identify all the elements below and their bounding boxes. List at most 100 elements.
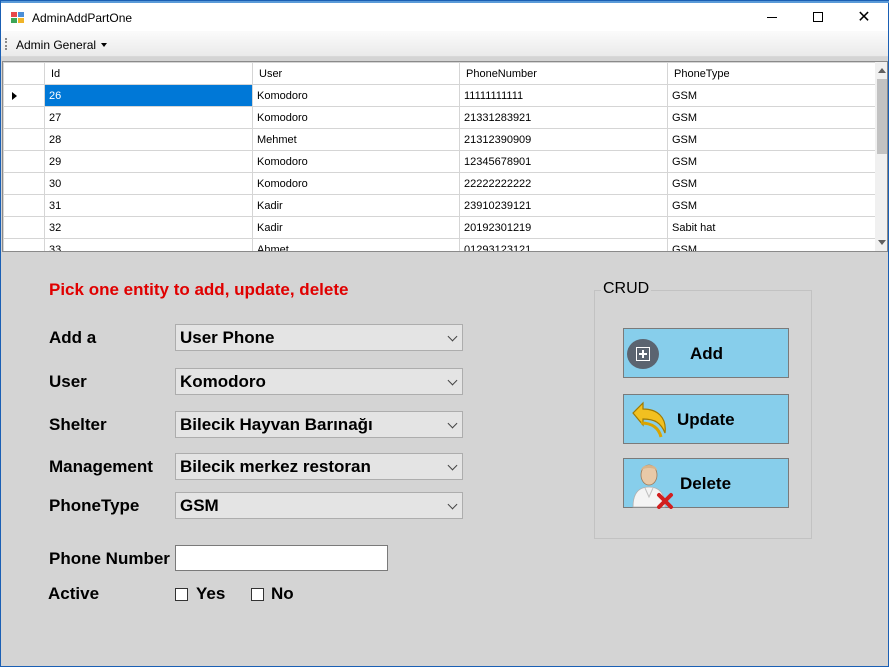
row-header[interactable] (3, 106, 45, 129)
cell-id[interactable]: 29 (44, 150, 253, 173)
grid-vertical-scrollbar[interactable] (875, 62, 887, 251)
update-button[interactable]: Update (623, 394, 789, 444)
menu-bar: Admin General (1, 31, 888, 57)
chevron-down-icon (447, 460, 458, 471)
cell-phone[interactable]: 01293123121 (459, 238, 668, 251)
column-header-phonenumber[interactable]: PhoneNumber (459, 62, 668, 85)
row-header[interactable] (3, 238, 45, 251)
table-row[interactable]: 32 Kadir 20192301219 Sabit hat (3, 216, 876, 239)
management-combobox[interactable]: Bilecik merkez restoran (175, 453, 463, 480)
cell-type[interactable]: GSM (667, 194, 876, 217)
active-no-label[interactable]: No (271, 584, 294, 604)
cell-id[interactable]: 30 (44, 172, 253, 195)
active-label: Active (48, 584, 100, 603)
scroll-down-arrow-icon[interactable] (878, 240, 886, 245)
cell-phone[interactable]: 22222222222 (459, 172, 668, 195)
undo-arrow-icon (632, 401, 666, 438)
cell-id[interactable]: 26 (44, 84, 253, 107)
cell-user[interactable]: Komodoro (252, 84, 460, 107)
management-label: Management (49, 457, 153, 476)
scroll-thumb[interactable] (877, 79, 887, 154)
user-label: User (49, 372, 87, 391)
column-header-phonetype[interactable]: PhoneType (667, 62, 876, 85)
user-combobox[interactable]: Komodoro (175, 368, 463, 395)
cell-user[interactable]: Komodoro (252, 172, 460, 195)
scroll-up-arrow-icon[interactable] (878, 68, 886, 73)
cell-type[interactable]: GSM (667, 128, 876, 151)
shelter-combobox[interactable]: Bilecik Hayvan Barınağı (175, 411, 463, 438)
cell-user[interactable]: Kadir (252, 216, 460, 239)
cell-phone[interactable]: 20192301219 (459, 216, 668, 239)
phonetype-label: PhoneType (49, 496, 140, 515)
cell-user[interactable]: Komodoro (252, 106, 460, 129)
current-row-arrow-icon (12, 92, 17, 100)
cell-user[interactable]: Kadir (252, 194, 460, 217)
cell-phone[interactable]: 12345678901 (459, 150, 668, 173)
cell-type[interactable]: GSM (667, 84, 876, 107)
cell-phone[interactable]: 21331283921 (459, 106, 668, 129)
add-icon (627, 339, 659, 369)
row-header[interactable] (3, 150, 45, 173)
cell-type[interactable]: GSM (667, 106, 876, 129)
table-row[interactable]: 26 Komodoro 11111111111 GSM (3, 84, 876, 107)
title-bar: AdminAddPartOne ✕ (1, 3, 888, 31)
table-row[interactable]: 31 Kadir 23910239121 GSM (3, 194, 876, 217)
phone-number-input[interactable] (175, 545, 388, 571)
cell-type[interactable]: GSM (667, 238, 876, 251)
cell-type[interactable]: GSM (667, 150, 876, 173)
add-a-label: Add a (49, 328, 97, 347)
close-icon: ✕ (857, 7, 871, 26)
maximize-button[interactable] (795, 3, 841, 31)
crud-group-title: CRUD (601, 280, 652, 298)
table-row[interactable]: 30 Komodoro 22222222222 GSM (3, 172, 876, 195)
row-header-corner (3, 62, 45, 85)
column-header-user[interactable]: User (252, 62, 460, 85)
active-no-checkbox[interactable] (251, 588, 264, 601)
delete-user-icon (632, 464, 673, 509)
toolbar-grip-icon[interactable] (5, 38, 7, 50)
close-button[interactable]: ✕ (841, 3, 887, 31)
table-row[interactable]: 28 Mehmet 21312390909 GSM (3, 128, 876, 151)
entity-type-combobox[interactable]: User Phone (175, 324, 463, 351)
cell-id[interactable]: 33 (44, 238, 253, 251)
row-header[interactable] (3, 172, 45, 195)
active-yes-label[interactable]: Yes (196, 584, 225, 604)
cell-phone[interactable]: 23910239121 (459, 194, 668, 217)
cell-type[interactable]: GSM (667, 172, 876, 195)
phonetype-combobox[interactable]: GSM (175, 492, 463, 519)
cell-phone[interactable]: 11111111111 (459, 84, 668, 107)
menu-admin-general[interactable]: Admin General (16, 38, 108, 52)
cell-user[interactable]: Komodoro (252, 150, 460, 173)
grid-header-row: Id User PhoneNumber PhoneType (3, 62, 876, 85)
window-title: AdminAddPartOne (32, 11, 133, 25)
cell-id[interactable]: 27 (44, 106, 253, 129)
row-header[interactable] (3, 194, 45, 217)
row-header[interactable] (3, 84, 45, 107)
instruction-text: Pick one entity to add, update, delete (49, 280, 349, 299)
app-window: AdminAddPartOne ✕ Admin General Id User … (0, 0, 889, 667)
column-header-id[interactable]: Id (44, 62, 253, 85)
phone-data-grid[interactable]: Id User PhoneNumber PhoneType 26 Komodor… (2, 61, 888, 252)
shelter-label: Shelter (49, 415, 107, 434)
cell-id[interactable]: 31 (44, 194, 253, 217)
cell-id[interactable]: 28 (44, 128, 253, 151)
table-row[interactable]: 33 Ahmet 01293123121 GSM (3, 238, 876, 251)
chevron-down-icon (447, 331, 458, 342)
active-yes-checkbox[interactable] (175, 588, 188, 601)
cell-user[interactable]: Mehmet (252, 128, 460, 151)
cell-type[interactable]: Sabit hat (667, 216, 876, 239)
cell-phone[interactable]: 21312390909 (459, 128, 668, 151)
add-button[interactable]: Add (623, 328, 789, 378)
row-header[interactable] (3, 128, 45, 151)
row-header[interactable] (3, 216, 45, 239)
table-row[interactable]: 27 Komodoro 21331283921 GSM (3, 106, 876, 129)
grid-table: Id User PhoneNumber PhoneType 26 Komodor… (3, 62, 876, 251)
minimize-button[interactable] (749, 3, 795, 31)
cell-id[interactable]: 32 (44, 216, 253, 239)
app-icon (11, 12, 25, 24)
chevron-down-icon (447, 418, 458, 429)
chevron-down-icon (447, 499, 458, 510)
delete-button[interactable]: Delete (623, 458, 789, 509)
cell-user[interactable]: Ahmet (252, 238, 460, 251)
table-row[interactable]: 29 Komodoro 12345678901 GSM (3, 150, 876, 173)
